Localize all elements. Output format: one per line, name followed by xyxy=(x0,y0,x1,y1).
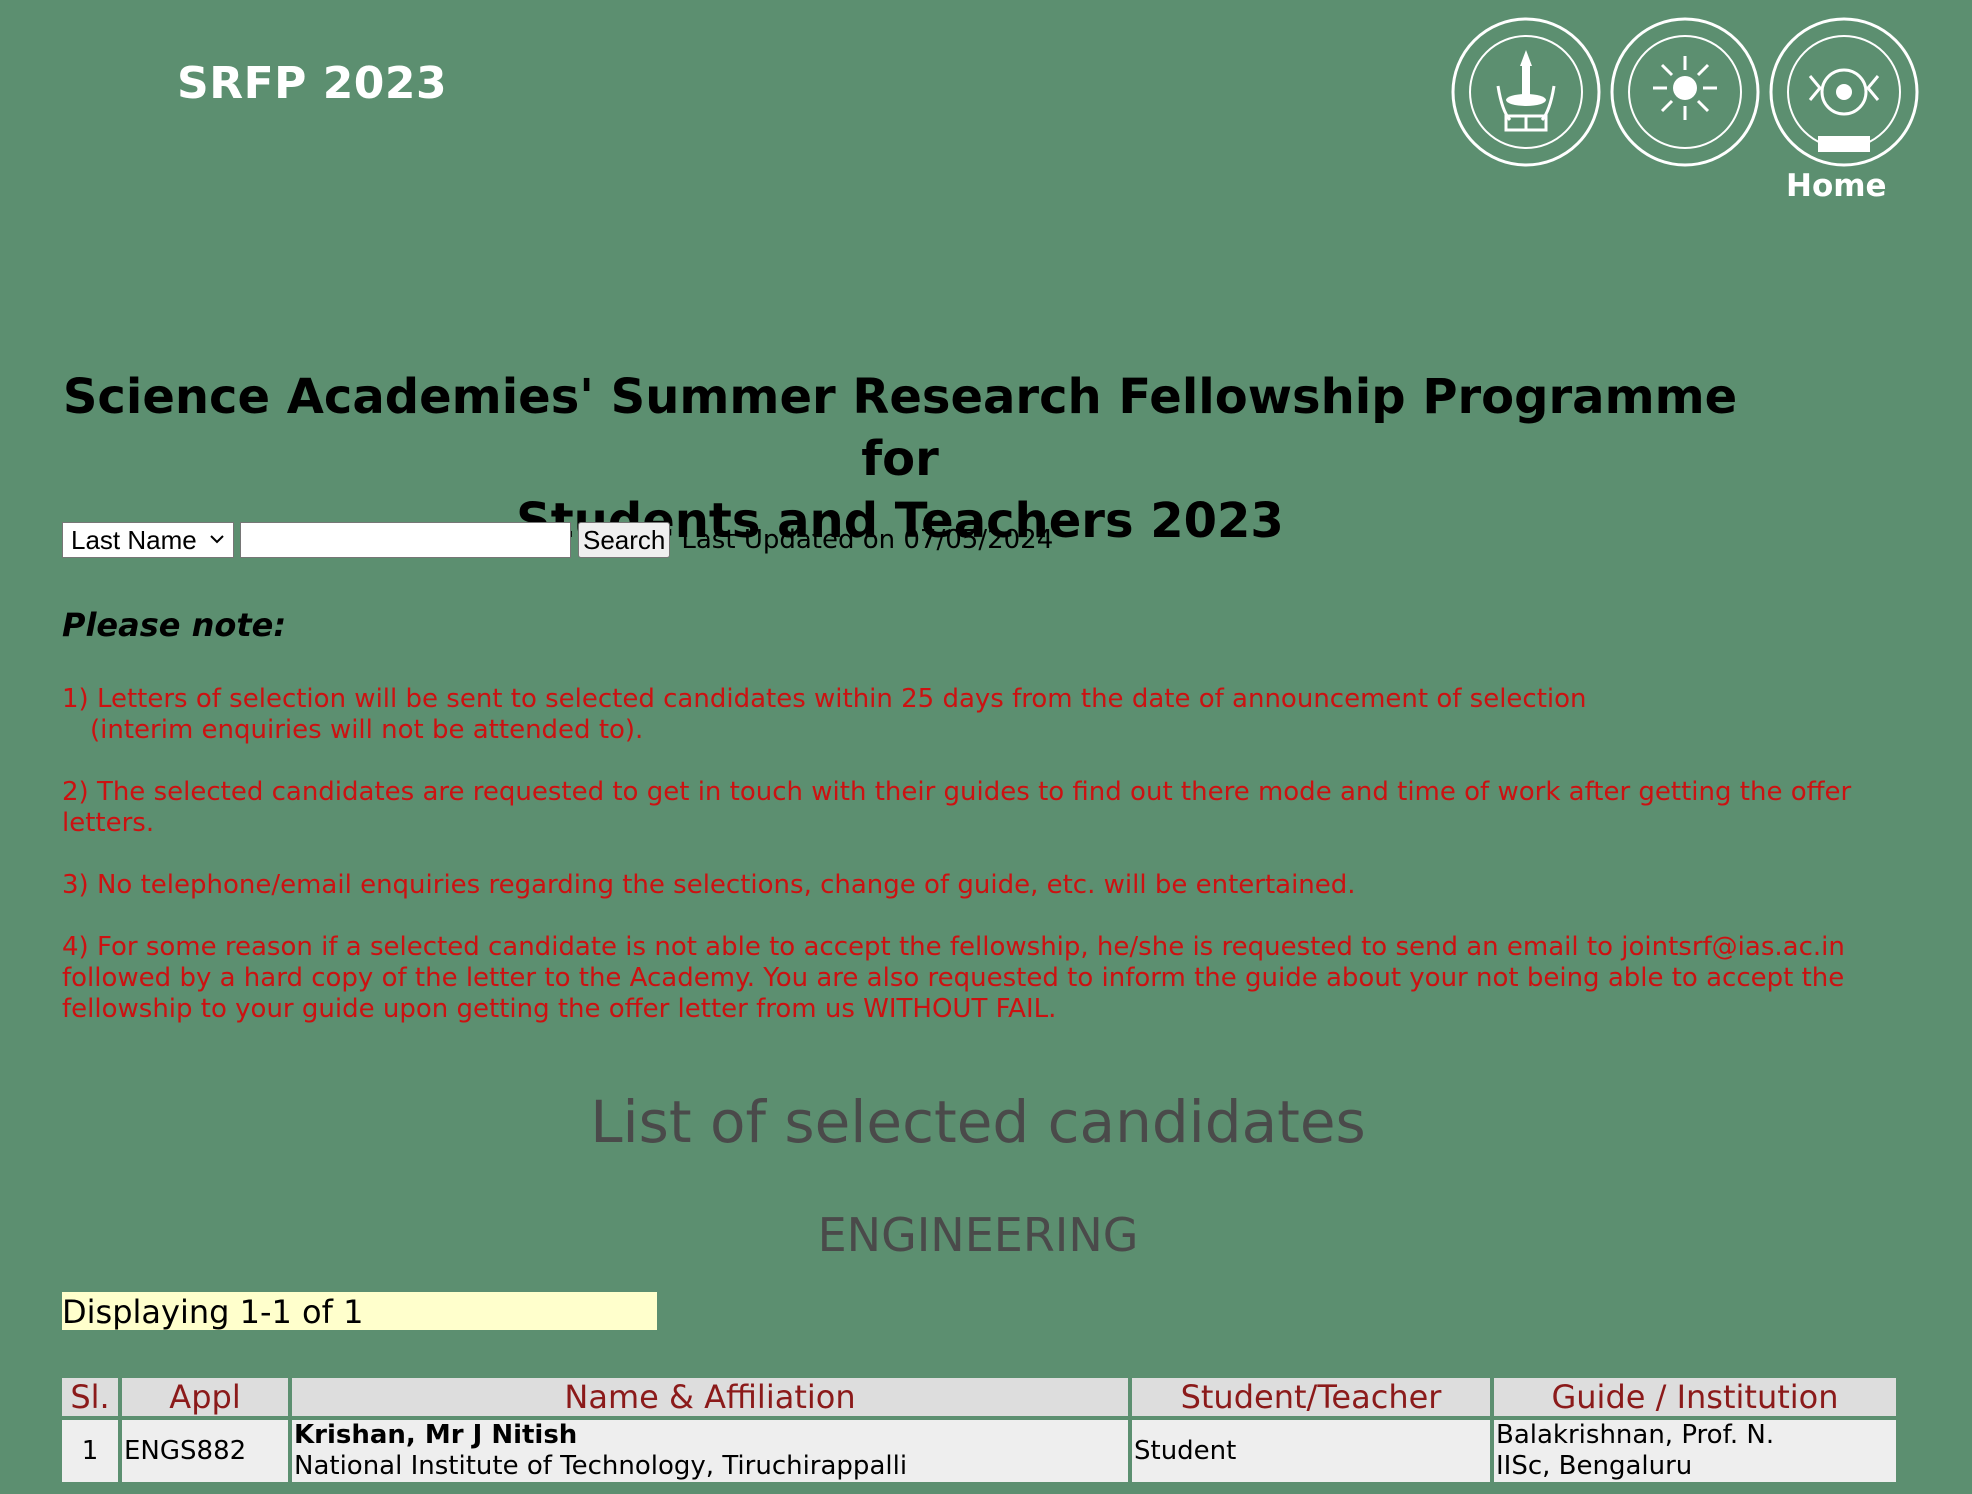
note-item: 3) No telephone/email enquiries regardin… xyxy=(62,870,1872,901)
column-header-name: Name & Affiliation xyxy=(292,1378,1128,1416)
search-field-selected: Last Name xyxy=(71,524,197,555)
candidate-affiliation: National Institute of Technology, Tiruch… xyxy=(294,1451,908,1481)
table-row: 1 ENGS882 Krishan, Mr J Nitish National … xyxy=(62,1420,1896,1482)
note-text: 4) For some reason if a selected candida… xyxy=(62,932,1845,1024)
note-text: 2) The selected candidates are requested… xyxy=(62,777,1852,838)
note-item: 1) Letters of selection will be sent to … xyxy=(62,684,1872,746)
column-header-appl: Appl xyxy=(122,1378,288,1416)
table-header-row: Sl. Appl Name & Affiliation Student/Teac… xyxy=(62,1378,1896,1416)
search-field-select[interactable]: Last Name xyxy=(62,522,234,558)
page-title-line1: Science Academies' Summer Research Fello… xyxy=(62,369,1738,487)
note-text: 3) No telephone/email enquiries regardin… xyxy=(62,870,1356,900)
site-title: SRFP 2023 xyxy=(177,58,448,109)
indian-academy-of-sciences-logo[interactable] xyxy=(1450,16,1602,168)
cell-appl: ENGS882 xyxy=(122,1420,288,1482)
results-title: List of selected candidates xyxy=(590,1088,1366,1156)
pagination-status: Displaying 1-1 of 1 xyxy=(62,1292,657,1331)
search-input[interactable] xyxy=(240,522,571,558)
column-header-type: Student/Teacher xyxy=(1132,1378,1490,1416)
note-item: 2) The selected candidates are requested… xyxy=(62,777,1872,839)
search-button[interactable]: Search xyxy=(578,522,671,558)
notes-list: 1) Letters of selection will be sent to … xyxy=(62,684,1872,1056)
chevron-down-icon xyxy=(210,535,224,544)
national-academy-of-sciences-logo[interactable] xyxy=(1768,16,1920,168)
home-link[interactable]: Home xyxy=(1786,168,1887,204)
note-text: (interim enquiries will not be attended … xyxy=(90,715,644,745)
candidate-name: Krishan, Mr J Nitish xyxy=(294,1420,578,1450)
note-item: 4) For some reason if a selected candida… xyxy=(62,932,1872,1025)
column-header-guide: Guide / Institution xyxy=(1494,1378,1896,1416)
cell-type: Student xyxy=(1132,1420,1490,1482)
cell-name-affiliation: Krishan, Mr J Nitish National Institute … xyxy=(292,1420,1128,1482)
search-bar: Last Name Search Last Updated on 07/05/2… xyxy=(62,521,1053,559)
guide-name: Balakrishnan, Prof. N. xyxy=(1496,1420,1775,1450)
last-updated: Last Updated on 07/05/2024 xyxy=(681,525,1054,555)
academy-logos xyxy=(1450,16,1920,176)
category-heading: ENGINEERING xyxy=(817,1208,1139,1262)
guide-institution: IISc, Bengaluru xyxy=(1496,1451,1693,1481)
note-heading: Please note: xyxy=(62,606,287,644)
indian-national-science-academy-logo[interactable] xyxy=(1609,16,1761,168)
results-table: Sl. Appl Name & Affiliation Student/Teac… xyxy=(58,1374,1900,1486)
cell-sl: 1 xyxy=(62,1420,118,1482)
column-header-sl: Sl. xyxy=(62,1378,118,1416)
cell-guide-institution: Balakrishnan, Prof. N. IISc, Bengaluru xyxy=(1494,1420,1896,1482)
note-text: 1) Letters of selection will be sent to … xyxy=(62,684,1587,714)
